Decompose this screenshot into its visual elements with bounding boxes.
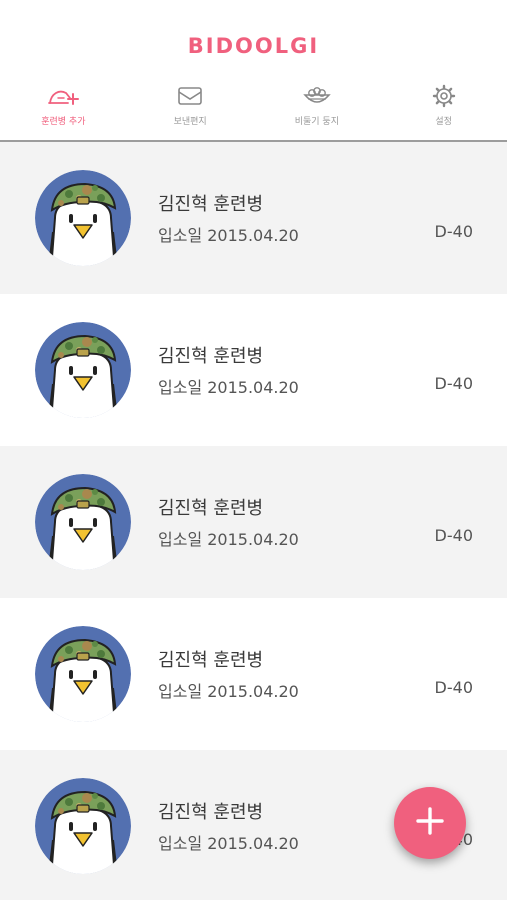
trainee-enlist-date: 입소일 2015.04.20 — [158, 834, 299, 853]
tab-bar: 훈련병 추가 보낸편지 비둘기 둥지 설정 — [0, 84, 507, 140]
trainee-row[interactable]: 김진혁 훈련병 입소일 2015.04.20 D-40 — [0, 294, 507, 446]
trainee-dday: D-40 — [434, 678, 473, 697]
plus-icon — [415, 806, 445, 840]
trainee-avatar — [35, 170, 131, 266]
trainee-name: 김진혁 훈련병 — [158, 802, 264, 823]
nest-icon — [300, 84, 334, 108]
trainee-dday: D-40 — [434, 374, 473, 393]
trainee-dday: D-40 — [434, 526, 473, 545]
trainee-name: 김진혁 훈련병 — [158, 650, 264, 671]
gear-icon — [427, 84, 461, 108]
trainee-enlist-date: 입소일 2015.04.20 — [158, 530, 299, 549]
trainee-name: 김진혁 훈련병 — [158, 194, 264, 215]
tab-pigeon-nest[interactable]: 비둘기 둥지 — [254, 84, 381, 140]
app-title: BIDOOLGI — [187, 34, 320, 58]
tab-pigeon-nest-label: 비둘기 둥지 — [294, 117, 339, 127]
add-trainee-icon — [46, 84, 80, 108]
trainee-row[interactable]: 김진혁 훈련병 입소일 2015.04.20 D-40 — [0, 598, 507, 750]
letter-icon — [173, 84, 207, 108]
trainee-row[interactable]: 김진혁 훈련병 입소일 2015.04.20 D-40 — [0, 142, 507, 294]
trainee-enlist-date: 입소일 2015.04.20 — [158, 682, 299, 701]
trainee-name: 김진혁 훈련병 — [158, 498, 264, 519]
trainee-enlist-date: 입소일 2015.04.20 — [158, 378, 299, 397]
trainee-avatar — [35, 322, 131, 418]
tab-settings-label: 설정 — [435, 117, 452, 127]
tab-sent-letters[interactable]: 보낸편지 — [127, 84, 254, 140]
trainee-row[interactable]: 김진혁 훈련병 입소일 2015.04.20 D-40 — [0, 446, 507, 598]
trainee-avatar — [35, 474, 131, 570]
trainee-avatar — [35, 626, 131, 722]
tab-add-trainee-label: 훈련병 추가 — [41, 117, 86, 127]
trainee-dday: D-40 — [434, 222, 473, 241]
tab-add-trainee[interactable]: 훈련병 추가 — [0, 84, 127, 140]
add-trainee-fab[interactable] — [394, 787, 466, 859]
tab-settings[interactable]: 설정 — [380, 84, 507, 140]
trainee-name: 김진혁 훈련병 — [158, 346, 264, 367]
tab-sent-letters-label: 보낸편지 — [173, 117, 207, 127]
trainee-avatar — [35, 778, 131, 874]
trainee-enlist-date: 입소일 2015.04.20 — [158, 226, 299, 245]
